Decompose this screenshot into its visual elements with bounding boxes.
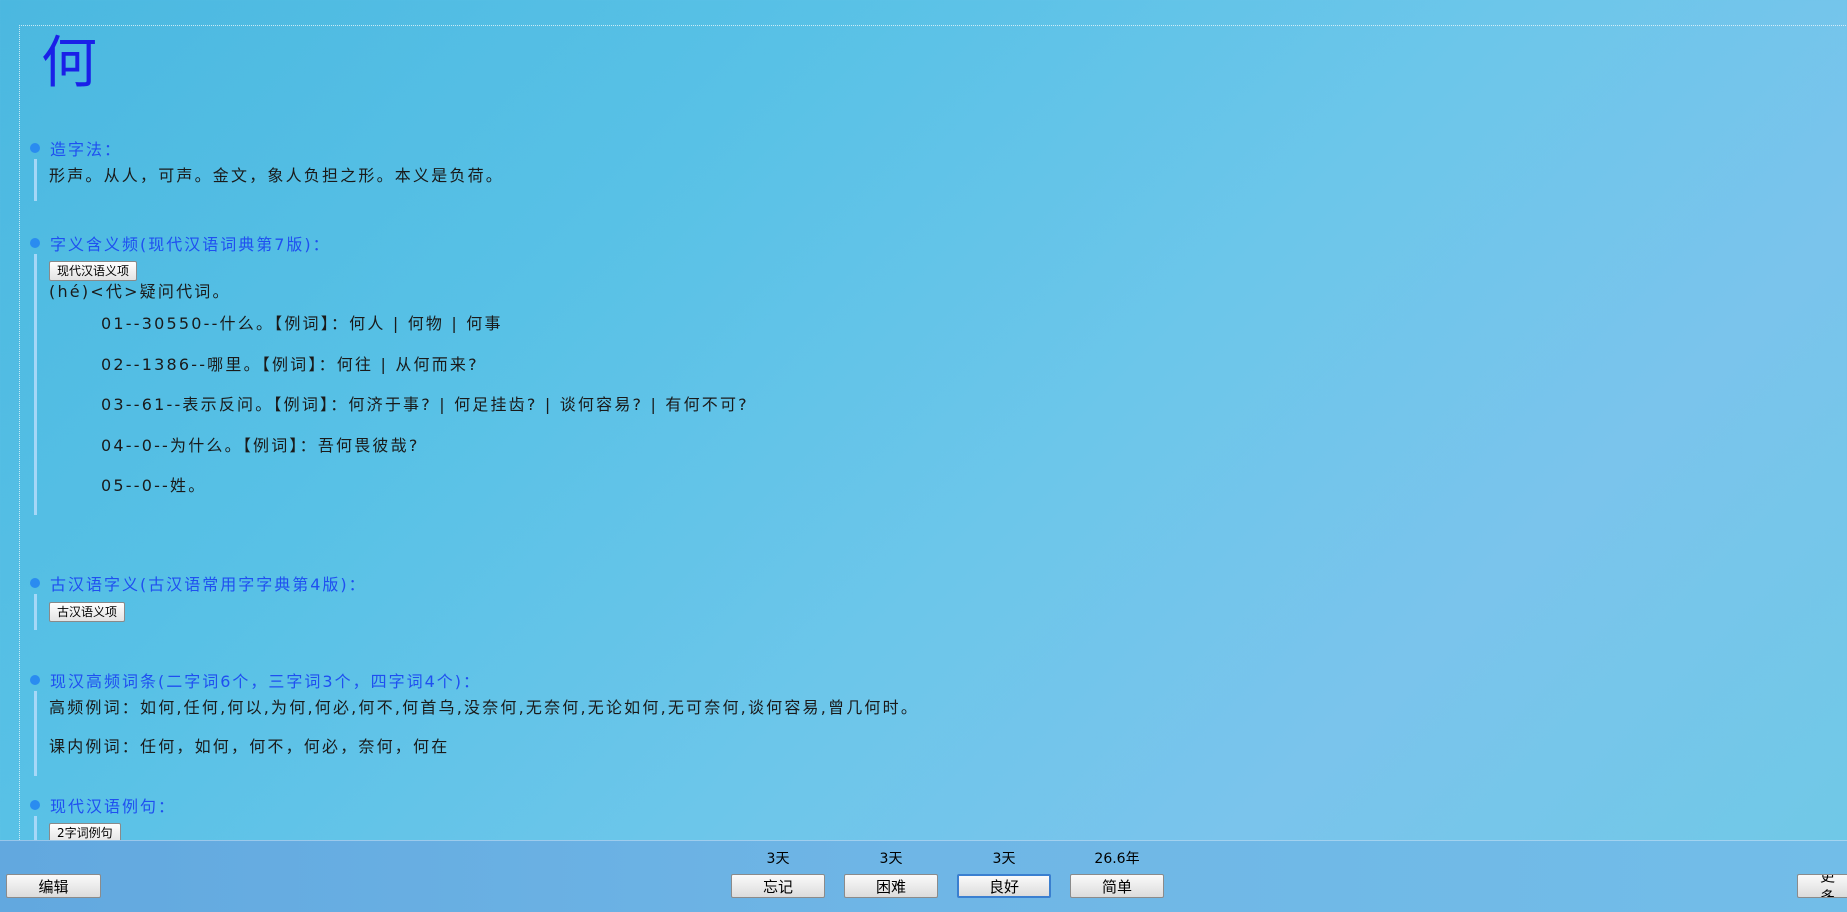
hard-button[interactable]: 困难 bbox=[844, 874, 938, 898]
section-title-ancient-meaning: 古汉语字义(古汉语常用字字典第4版)： bbox=[50, 575, 367, 594]
good-button[interactable]: 良好 bbox=[957, 874, 1051, 898]
formation-text: 形声。从人，可声。金文，象人负担之形。本义是负荷。 bbox=[49, 166, 505, 185]
meaning-item-1: 01--30550--什么。【例词】：何人 | 何物 | 何事 bbox=[101, 314, 503, 333]
interval-again: 3天 bbox=[766, 851, 790, 867]
meaning-item-5: 05--0--姓。 bbox=[101, 476, 207, 495]
headword-character: 何 bbox=[41, 31, 97, 96]
easy-button[interactable]: 简单 bbox=[1070, 874, 1164, 898]
section-high-frequency: 现汉高频词条(二字词6个，三字词3个，四字词4个)： 高频例词：如何,任何,何以… bbox=[30, 669, 919, 776]
section-modern-meaning: 字义含义频(现代汉语词典第7版)： 现代汉语义项 (hé)<代>疑问代词。 01… bbox=[30, 232, 749, 515]
meaning-item-3: 03--61--表示反问。【例词】：何济于事? | 何足挂齿? | 谈何容易? … bbox=[101, 395, 749, 414]
meaning-item-4: 04--0--为什么。【例词】：吾何畏彼哉? bbox=[101, 436, 420, 455]
interval-easy: 26.6年 bbox=[1094, 851, 1140, 867]
section-title-high-frequency: 现汉高频词条(二字词6个，三字词3个，四字词4个)： bbox=[50, 672, 482, 691]
section-title-formation: 造字法： bbox=[50, 140, 123, 159]
again-button[interactable]: 忘记 bbox=[731, 874, 825, 898]
bullet-icon bbox=[30, 675, 40, 685]
pos-line: (hé)<代>疑问代词。 bbox=[49, 282, 231, 301]
bullet-icon bbox=[30, 800, 40, 810]
example-sentence-button[interactable]: 2字词例句 bbox=[49, 823, 121, 840]
interval-good: 3天 bbox=[992, 851, 1016, 867]
section-ancient-meaning: 古汉语字义(古汉语常用字字典第4版)： 古汉语义项 bbox=[30, 572, 367, 630]
answer-bar: 编辑 3天 忘记 3天 困难 3天 良好 26.6年 简单 更多 bbox=[0, 840, 1847, 912]
ancient-meaning-button[interactable]: 古汉语义项 bbox=[49, 602, 126, 622]
high-frequency-words: 高频例词：如何,任何,何以,为何,何必,何不,何首乌,没奈何,无奈何,无论如何,… bbox=[49, 698, 920, 717]
modern-meaning-button[interactable]: 现代汉语义项 bbox=[49, 261, 138, 281]
edit-button[interactable]: 编辑 bbox=[6, 874, 101, 898]
bullet-icon bbox=[30, 143, 40, 153]
section-modern-examples: 现代汉语例句： 2字词例句 bbox=[30, 794, 176, 840]
textbook-words: 课内例词：任何，如何，何不，何必，奈何，何在 bbox=[49, 737, 450, 756]
section-formation: 造字法： 形声。从人，可声。金文，象人负担之形。本义是负荷。 bbox=[30, 137, 504, 201]
card-content: 何 造字法： 形声。从人，可声。金文，象人负担之形。本义是负荷。 字义含义频(现… bbox=[0, 0, 1847, 840]
section-title-modern-examples: 现代汉语例句： bbox=[50, 797, 177, 816]
meaning-item-2: 02--1386--哪里。【例词】：何往 | 从何而来? bbox=[101, 355, 479, 374]
section-title-modern-meaning: 字义含义频(现代汉语词典第7版)： bbox=[50, 235, 331, 254]
interval-hard: 3天 bbox=[879, 851, 903, 867]
more-button[interactable]: 更多 bbox=[1797, 874, 1847, 898]
bullet-icon bbox=[30, 238, 40, 248]
bullet-icon bbox=[30, 578, 40, 588]
